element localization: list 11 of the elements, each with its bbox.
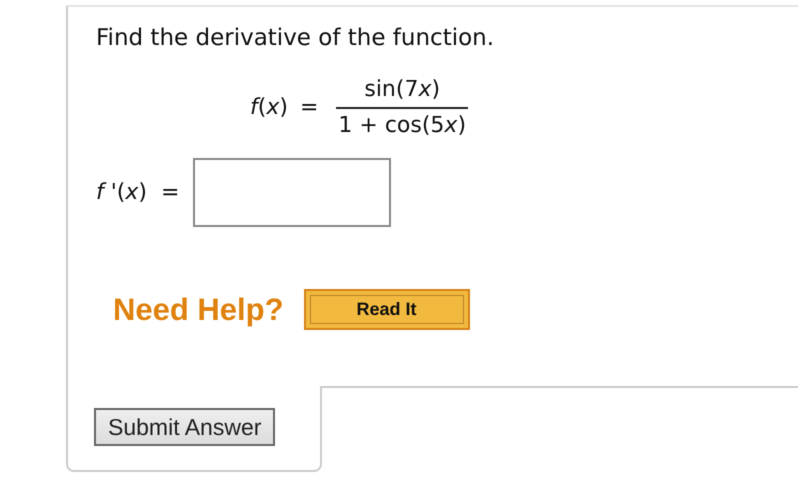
denominator: 1 + cos(5x) [337,112,468,140]
question-text: Find the derivative of the function. [96,24,496,52]
equals-sign: = [161,178,180,206]
submit-answer-button[interactable]: Submit Answer [94,408,276,446]
function-name: f(x) [250,94,288,122]
need-help-label: Need Help? [113,292,284,328]
numerator: sin(7x) [336,76,468,109]
derivative-label: f '(x) [96,178,147,206]
read-it-button[interactable]: Read It [304,289,470,330]
answer-field[interactable] [193,158,392,227]
equals-sign: = [300,94,318,122]
